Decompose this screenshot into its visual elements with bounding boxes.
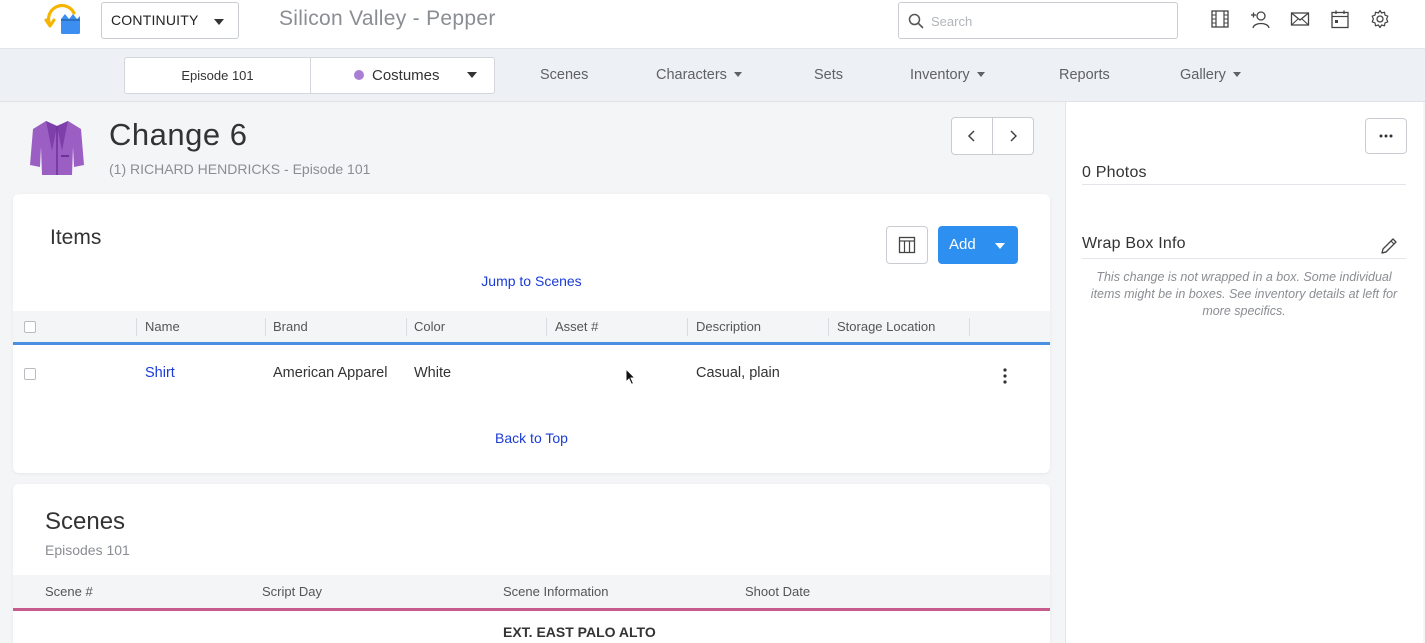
scenes-table-header: Scene # Script Day Scene Information Sho… [13, 575, 1050, 611]
nav-inventory[interactable]: Inventory [910, 49, 985, 102]
item-color: White [414, 365, 452, 381]
divider [1082, 184, 1406, 185]
nav-label: Sets [814, 67, 844, 83]
department-select[interactable]: Costumes [372, 58, 440, 93]
nav-label: Reports [1059, 67, 1110, 83]
divider [1082, 258, 1406, 259]
item-brand: American Apparel [273, 365, 388, 381]
nav-scenes[interactable]: Scenes [540, 49, 588, 102]
top-icon-bar [1210, 9, 1390, 29]
film-icon[interactable] [1210, 9, 1230, 29]
nav-characters[interactable]: Characters [656, 49, 742, 102]
chevron-down-icon[interactable] [467, 72, 477, 78]
nav-gallery[interactable]: Gallery [1180, 49, 1241, 102]
module-select-label: CONTINUITY [111, 12, 199, 28]
breadcrumb: Episode 101 Costumes [124, 57, 495, 94]
page-subtitle: (1) RICHARD HENDRICKS - Episode 101 [109, 161, 371, 177]
scenes-title: Scenes [45, 508, 126, 535]
column-header[interactable]: Color [414, 311, 445, 342]
photos-count[interactable]: 0 Photos [1082, 164, 1147, 182]
column-header[interactable]: Asset # [555, 311, 598, 342]
more-horizontal-icon [1379, 134, 1393, 138]
mail-icon[interactable] [1290, 9, 1310, 29]
search-box[interactable] [898, 2, 1178, 39]
add-button-label: Add [949, 236, 976, 253]
nav-bar: Episode 101 Costumes Scenes Characters S… [0, 49, 1425, 102]
top-bar: CONTINUITY Silicon Valley - Pepper [0, 0, 1425, 49]
wrap-box-title: Wrap Box Info [1082, 235, 1186, 252]
scenes-subtitle: Episodes 101 [45, 542, 130, 558]
nav-reports[interactable]: Reports [1059, 49, 1110, 102]
items-table-header: Name Brand Color Asset # Description Sto… [13, 311, 1050, 345]
column-header[interactable]: Script Day [262, 575, 322, 608]
kebab-menu-icon[interactable] [1003, 368, 1007, 384]
chevron-left-icon [967, 130, 975, 142]
item-description: Casual, plain [696, 365, 780, 381]
column-header[interactable]: Description [696, 311, 761, 342]
app-logo-icon[interactable] [44, 3, 82, 37]
chevron-down-icon [995, 243, 1005, 249]
row-checkbox[interactable] [24, 368, 36, 380]
nav-label: Characters [656, 67, 727, 83]
episode-select[interactable]: Episode 101 [125, 58, 311, 93]
back-to-top-link[interactable]: Back to Top [13, 430, 1050, 446]
module-select[interactable]: CONTINUITY [101, 2, 239, 39]
mouse-cursor-icon [625, 368, 637, 386]
gear-icon[interactable] [1370, 9, 1390, 29]
columns-button[interactable] [886, 226, 928, 264]
column-header[interactable]: Brand [273, 311, 308, 342]
wrap-box-note: This change is not wrapped in a box. Som… [1090, 270, 1398, 318]
column-header[interactable]: Scene # [45, 575, 93, 608]
department-color-dot [354, 70, 364, 80]
previous-button[interactable] [952, 118, 993, 154]
add-user-icon[interactable] [1250, 9, 1270, 29]
chevron-down-icon [214, 19, 224, 25]
item-name-link[interactable]: Shirt [145, 365, 175, 381]
scene-information: EXT. EAST PALO ALTO [503, 624, 656, 640]
scenes-card: Scenes Episodes 101 Scene # Script Day S… [13, 484, 1050, 643]
column-header[interactable]: Storage Location [837, 311, 935, 342]
table-row: Shirt American Apparel White Casual, pla… [13, 347, 1050, 401]
right-panel: 0 Photos Wrap Box Info This change is no… [1065, 102, 1423, 643]
items-card: Items Add Jump to Scenes Name Brand Colo… [13, 194, 1050, 473]
select-all-checkbox[interactable] [24, 321, 36, 333]
chevron-right-icon [1010, 130, 1017, 142]
caret-down-icon [1232, 71, 1241, 77]
items-title: Items [50, 226, 102, 249]
search-input[interactable] [931, 11, 1161, 31]
nav-sets[interactable]: Sets [814, 49, 843, 102]
caret-down-icon [976, 71, 985, 77]
search-icon [908, 13, 924, 29]
column-header[interactable]: Scene Information [503, 575, 609, 608]
column-header[interactable]: Shoot Date [745, 575, 810, 608]
jump-to-scenes-link[interactable]: Jump to Scenes [13, 273, 1050, 289]
pencil-icon[interactable] [1379, 236, 1399, 256]
record-pager [951, 117, 1034, 155]
jacket-icon [30, 121, 84, 175]
nav-label: Gallery [1180, 67, 1226, 83]
caret-down-icon [733, 71, 742, 77]
columns-icon [898, 236, 916, 254]
more-options-button[interactable] [1365, 118, 1407, 154]
calendar-icon[interactable] [1330, 9, 1350, 29]
next-button[interactable] [993, 118, 1034, 154]
add-button[interactable]: Add [938, 226, 1018, 264]
column-header[interactable]: Name [145, 311, 180, 342]
page-title: Change 6 [109, 117, 248, 152]
nav-label: Inventory [910, 67, 970, 83]
project-title: Silicon Valley - Pepper [279, 7, 496, 30]
nav-label: Scenes [540, 67, 589, 83]
